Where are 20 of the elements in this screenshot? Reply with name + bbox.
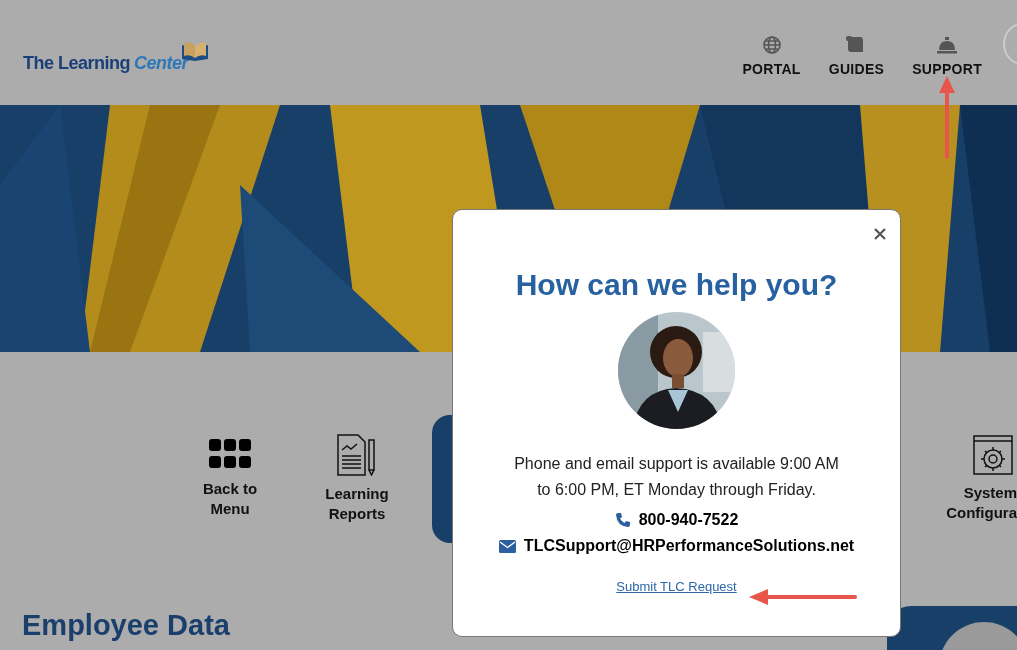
- logo-text: Center: [134, 52, 189, 74]
- mail-icon: [498, 539, 516, 553]
- bell-icon: [936, 34, 959, 55]
- section-heading: Employee Data: [22, 609, 230, 642]
- report-icon: [337, 434, 377, 476]
- nav-link[interactable]: SUPPORT: [912, 34, 982, 77]
- phone-number: 800-940-7522: [638, 511, 739, 529]
- nav-link[interactable]: GUIDES: [828, 34, 885, 77]
- menu-tile[interactable]: Learning Reports: [307, 434, 407, 524]
- grid-icon: [209, 439, 251, 471]
- support-hours-text: Phone and email support is available 9:00 AM to 6:00 PM, ET Monday through Friday.: [513, 454, 840, 500]
- submit-request-link[interactable]: Submit TLC Request: [616, 579, 737, 594]
- menu-tile[interactable]: System Configura: [937, 435, 1017, 523]
- nav-link[interactable]: PORTAL: [742, 34, 801, 77]
- globe-icon: [761, 34, 782, 55]
- gear-icon: [973, 435, 1013, 475]
- menu-tile[interactable]: Back to Menu: [180, 439, 280, 519]
- logo-text: The Learning: [23, 52, 130, 74]
- email-address: TLCSupport@HRPerformanceSolutions.net: [523, 537, 855, 555]
- phone-icon: [614, 512, 631, 528]
